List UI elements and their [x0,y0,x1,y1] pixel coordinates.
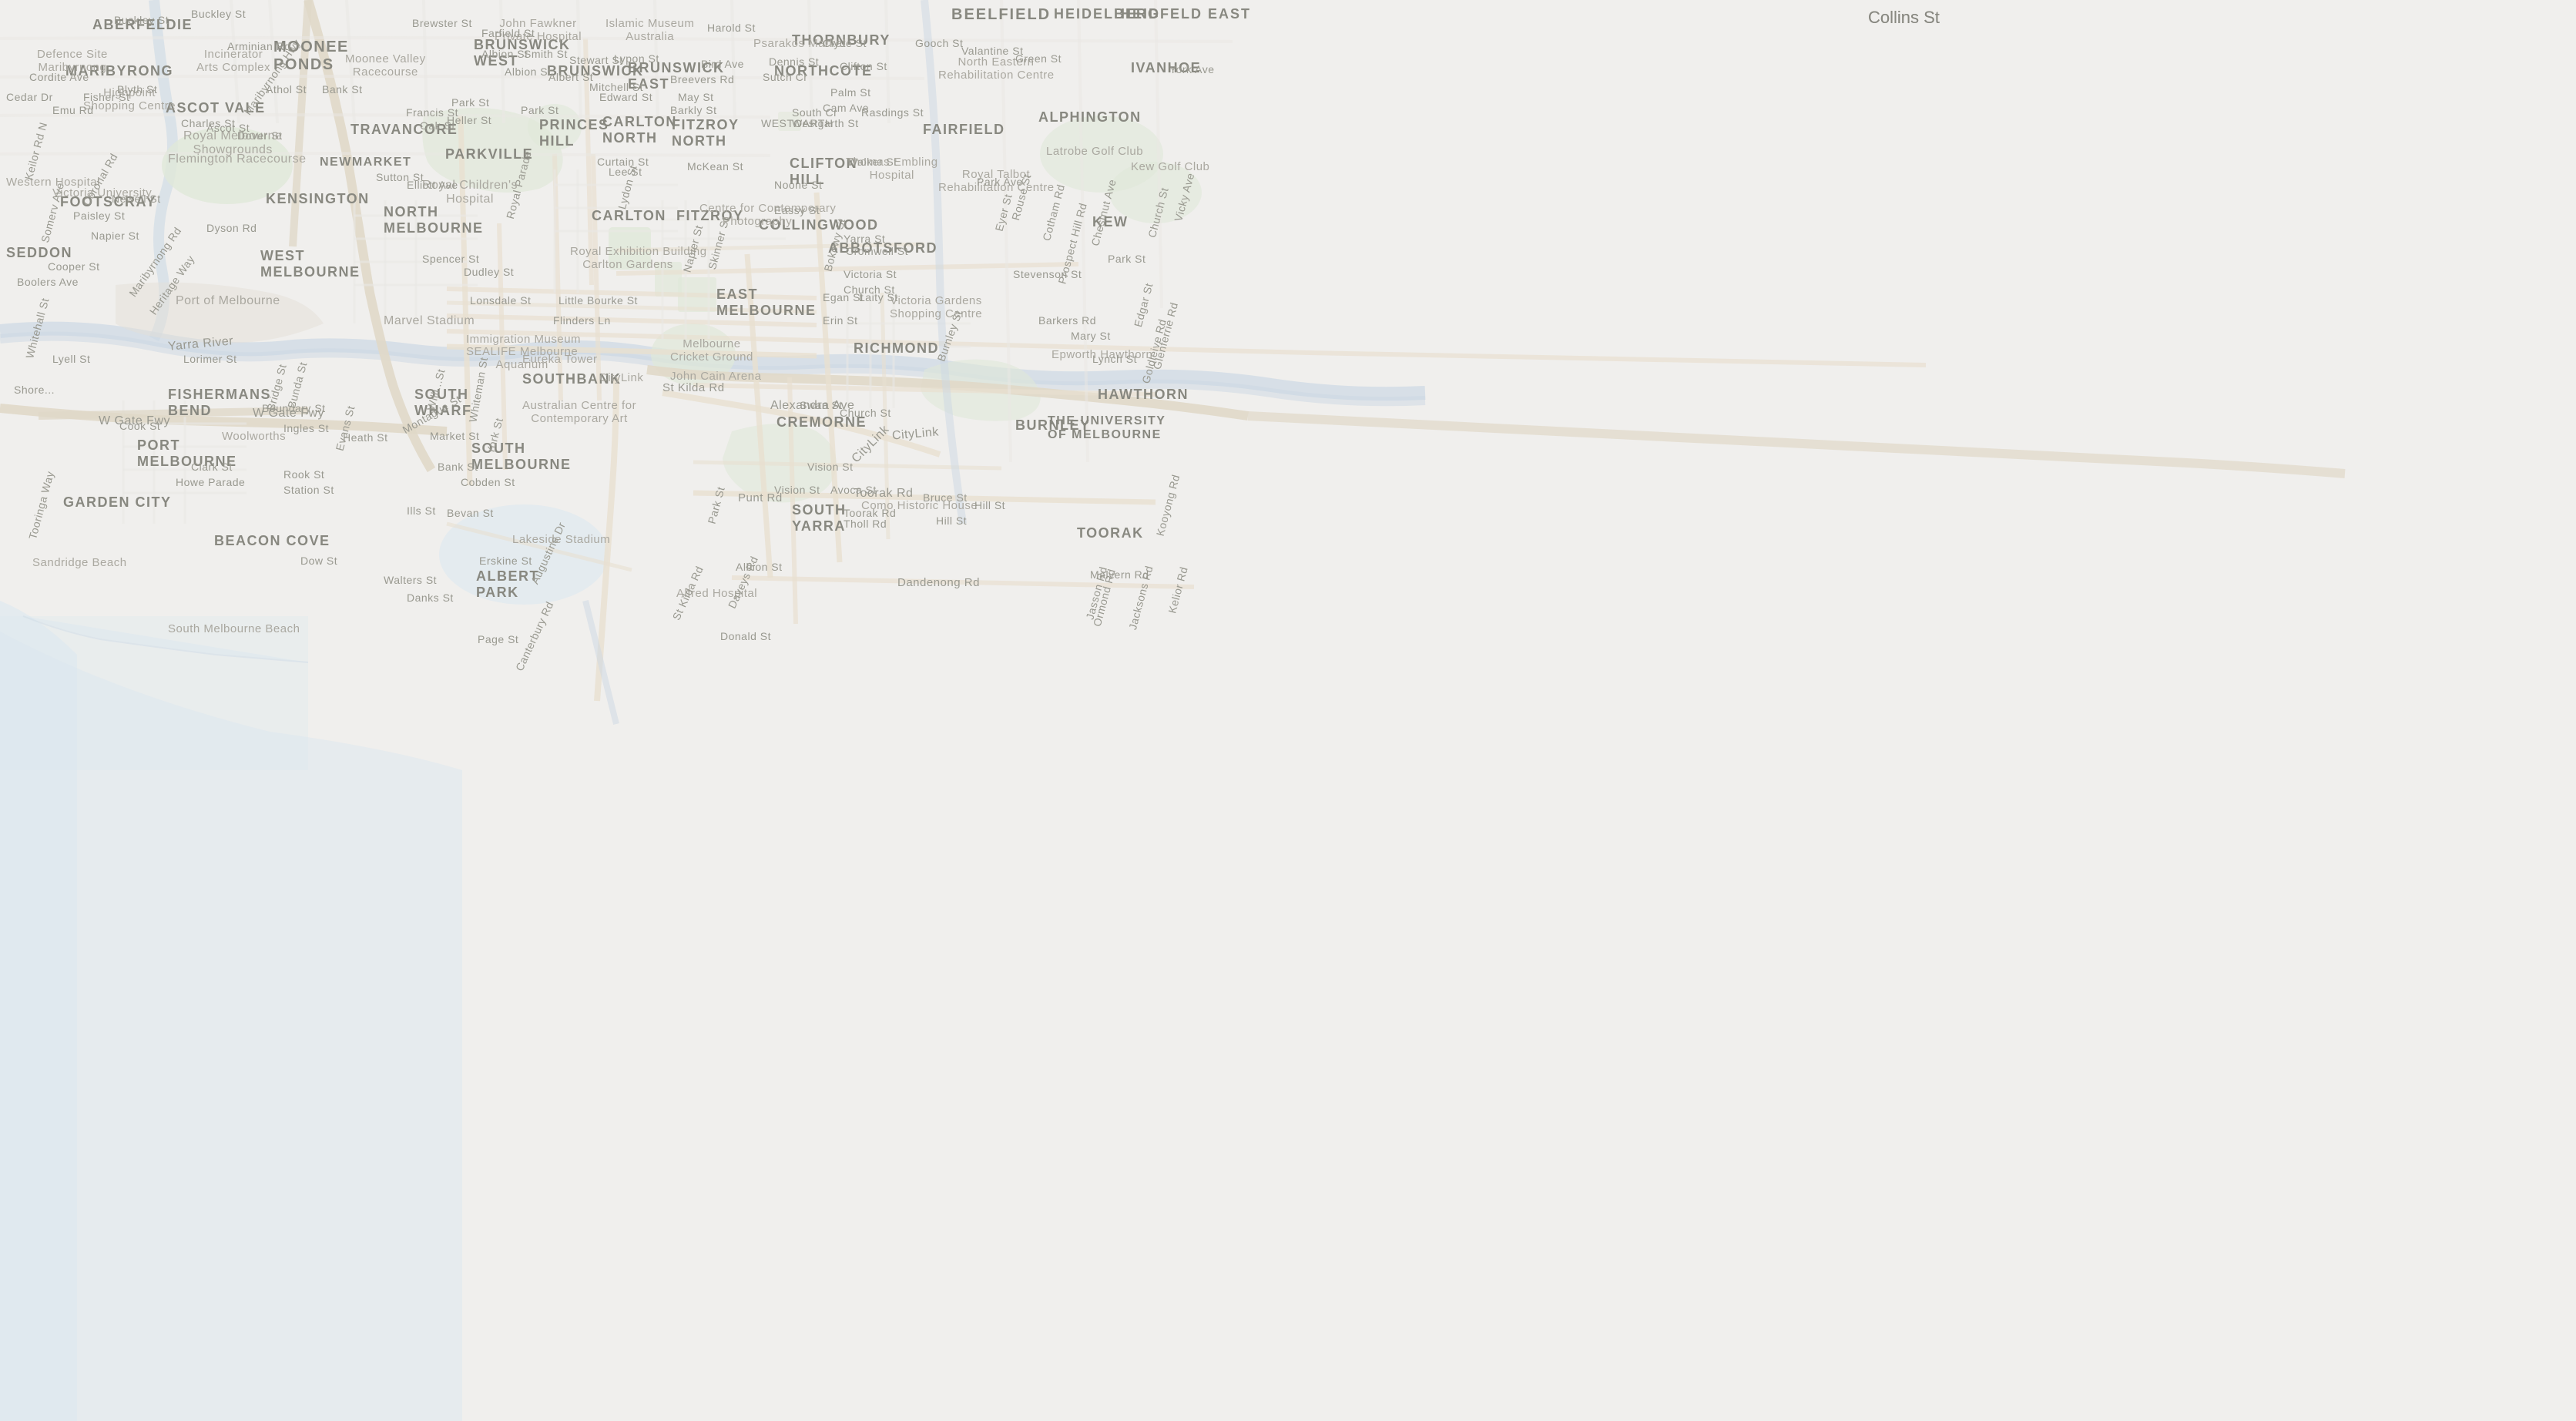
map-container: Collins St MOONEEPONDS ABERFELDIE MARIBY… [0,0,2576,1421]
collins-text-detection: Collins St [1868,8,1940,28]
map-svg [0,0,2576,1421]
